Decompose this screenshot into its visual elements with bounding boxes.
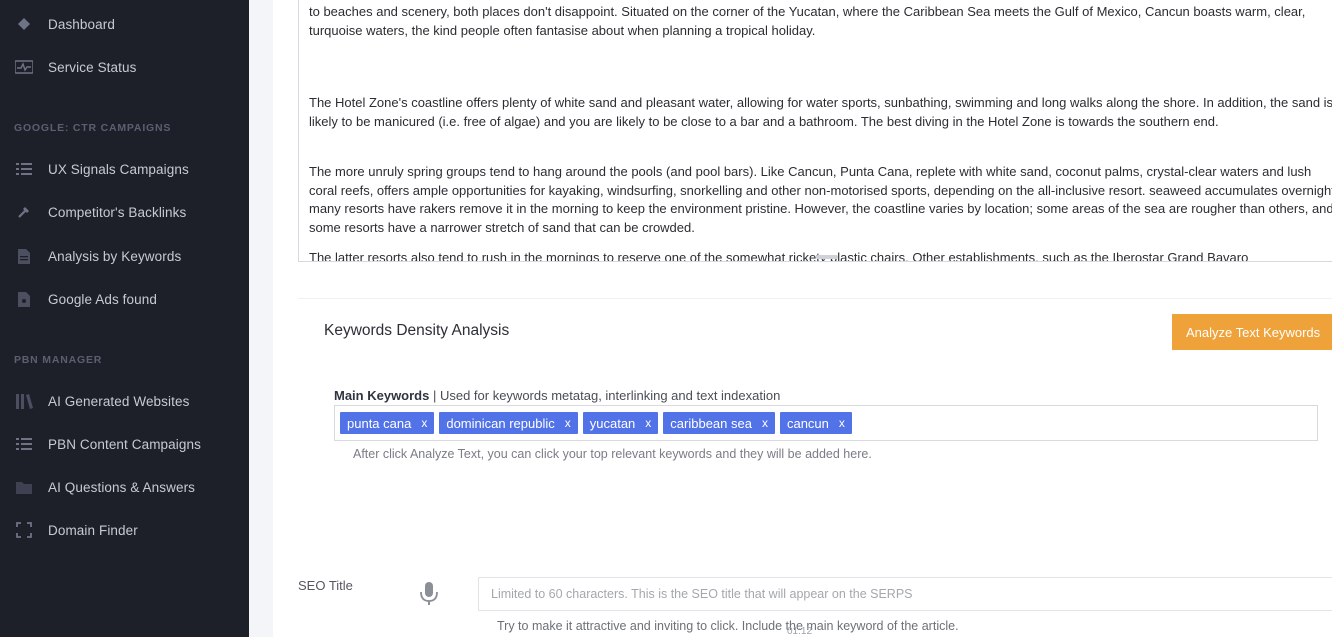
sidebar-item-domain-finder[interactable]: Domain Finder [0, 513, 249, 547]
sidebar-item-pbn-content[interactable]: PBN Content Campaigns [0, 427, 249, 461]
keyword-tag[interactable]: caribbean sea x [663, 412, 775, 434]
keyword-tag[interactable]: cancun x [779, 412, 852, 434]
tag-remove-icon[interactable]: x [645, 416, 651, 430]
expand-icon [14, 520, 34, 540]
sidebar-item-competitors-backlinks[interactable]: Competitor's Backlinks [0, 195, 249, 229]
document-icon [14, 246, 34, 266]
main-keywords-description: | Used for keywords metatag, interlinkin… [429, 388, 781, 403]
microphone-icon[interactable] [419, 581, 439, 607]
seo-title-label: SEO Title [298, 578, 353, 593]
sidebar-item-ux-signals[interactable]: UX Signals Campaigns [0, 152, 249, 186]
sidebar-item-ai-qa[interactable]: AI Questions & Answers [0, 470, 249, 504]
list-icon [14, 434, 34, 454]
sidebar-item-ai-websites[interactable]: AI Generated Websites [0, 384, 249, 418]
tag-remove-icon[interactable]: x [762, 416, 768, 430]
link-icon [14, 202, 34, 222]
main-keywords-label: Main Keywords | Used for keywords metata… [334, 388, 780, 403]
sidebar-item-google-ads[interactable]: Google Ads found [0, 282, 249, 316]
sidebar-section-ctr: GOOGLE: CTR CAMPAIGNS [14, 122, 172, 134]
sidebar-item-label: AI Questions & Answers [48, 479, 196, 495]
sidebar-item-label: Service Status [48, 59, 137, 75]
dashboard-icon [14, 14, 34, 34]
editor-text[interactable]: to beaches and scenery, both places don'… [309, 3, 1332, 261]
editor-paragraph: The Hotel Zone's coastline offers plenty… [309, 95, 1332, 129]
keyword-tag[interactable]: punta cana x [340, 412, 435, 434]
tag-remove-icon[interactable]: x [839, 416, 845, 430]
content-gutter [249, 0, 273, 637]
app-root: Dashboard Service Status GOOGLE: CTR CAM… [0, 0, 1332, 637]
sidebar-section-pbn: PBN MANAGER [14, 354, 103, 366]
editor-paragraph: The more unruly spring groups tend to ha… [309, 164, 1332, 235]
pulse-icon [14, 57, 34, 77]
sidebar-item-label: AI Generated Websites [48, 393, 190, 409]
sidebar-item-label: Dashboard [48, 16, 115, 32]
sidebar-item-analysis-keywords[interactable]: Analysis by Keywords [0, 239, 249, 273]
main-keywords-input[interactable]: punta cana x dominican republic x yucatan x… [334, 405, 1318, 441]
main-content: to beaches and scenery, both places don'… [249, 0, 1332, 637]
main-keywords-title: Main Keywords [334, 388, 430, 403]
editor-paragraph: to beaches and scenery, both places don'… [309, 4, 1306, 38]
list-icon [14, 159, 34, 179]
sidebar-item-label: UX Signals Campaigns [48, 161, 189, 177]
tag-label: dominican republic [446, 415, 555, 431]
sidebar-item-label: Analysis by Keywords [48, 248, 182, 264]
sidebar-item-label: Competitor's Backlinks [48, 204, 187, 220]
sidebar: Dashboard Service Status GOOGLE: CTR CAM… [0, 0, 249, 637]
article-editor[interactable]: to beaches and scenery, both places don'… [298, 0, 1332, 262]
keywords-density-card: Keywords Density Analysis Analyze Text K… [298, 298, 1332, 490]
editor-resize-handle[interactable] [816, 255, 838, 259]
seo-title-input[interactable] [478, 577, 1332, 611]
kda-title: Keywords Density Analysis [324, 322, 510, 339]
tag-label: punta cana [347, 415, 412, 431]
tag-remove-icon[interactable]: x [565, 416, 571, 430]
sidebar-item-label: Google Ads found [48, 291, 157, 307]
folder-icon [14, 477, 34, 497]
books-icon [14, 391, 34, 411]
tag-label: cancun [786, 415, 829, 431]
seo-title-hint: Try to make it attractive and inviting t… [497, 619, 959, 633]
video-timestamp: 01:12 [787, 626, 813, 637]
analyze-text-keywords-button[interactable]: Analyze Text Keywords [1172, 314, 1332, 350]
tag-label: caribbean sea [670, 415, 752, 431]
sidebar-item-label: PBN Content Campaigns [48, 436, 201, 452]
sidebar-item-service-status[interactable]: Service Status [0, 50, 249, 84]
sidebar-item-label: Domain Finder [48, 522, 138, 538]
tag-label: yucatan [589, 415, 636, 431]
keywords-hint: After click Analyze Text, you can click … [353, 447, 872, 461]
tag-remove-icon[interactable]: x [421, 416, 427, 430]
keyword-tag[interactable]: yucatan x [582, 412, 659, 434]
keyword-tag[interactable]: dominican republic x [439, 412, 578, 434]
ads-icon [14, 289, 34, 309]
sidebar-item-dashboard[interactable]: Dashboard [0, 7, 249, 41]
